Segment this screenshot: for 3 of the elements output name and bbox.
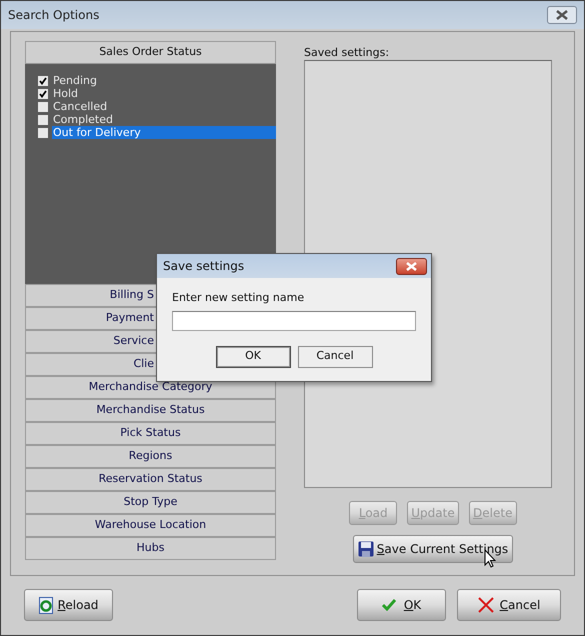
window-title: Search Options — [8, 7, 100, 24]
dialog-title: Save settings — [163, 258, 244, 275]
saved-settings-label: Saved settings: — [304, 45, 390, 60]
